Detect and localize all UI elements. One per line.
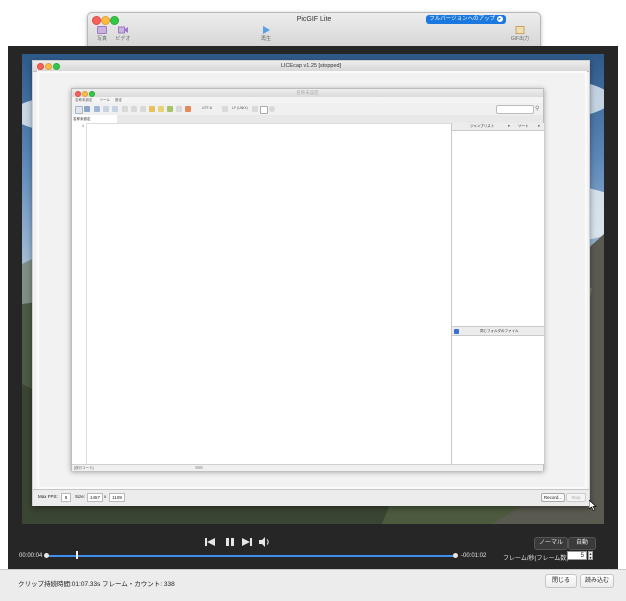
fps-stepper[interactable]: ▴ ▾ [588,551,593,560]
height-input[interactable]: 1109 [109,493,125,502]
redo-icon[interactable] [112,106,118,112]
replace-icon[interactable] [167,106,173,112]
cut-icon[interactable] [122,106,128,112]
remaining-time: -00:01:02 [461,553,487,559]
current-time: 00:00:04 [19,553,43,559]
licecap-controls: Max FPS: 8 Size: 1457 x 1109 Record... S… [33,489,589,506]
print-icon[interactable] [176,106,182,112]
same-folder-files-header: 同じフォルダのファイル [452,326,544,336]
editor-text-area[interactable] [72,123,451,465]
warning-icon[interactable] [185,106,191,112]
photo-icon [97,26,107,34]
menu-item-tools[interactable]: ツール [99,98,110,102]
width-input[interactable]: 1457 [87,493,103,502]
max-fps-label: Max FPS: [38,494,58,499]
size-x-label: x [104,494,107,499]
wrap-icon[interactable] [260,106,268,114]
toolbar-video-button[interactable]: ビデオ [114,26,132,42]
footer-bar: クリップ持続時間:01:07.33s フレーム・カウント: 338 閉じる 読み… [0,569,626,601]
sort-label[interactable]: ソート [518,123,529,130]
encoding-dropdown-icon[interactable] [222,106,228,112]
encoding-selector[interactable]: UTF-8 [202,106,212,110]
jump-list-label[interactable]: ジャンプリスト [470,123,494,130]
toolbar-photo-label: 写真 [96,36,107,42]
video-icon [118,26,128,34]
fps-label: フレーム/秒(フレーム数) [503,556,569,562]
size-label: Size: [75,494,86,499]
stop-button[interactable]: Stop [566,493,586,502]
close-button[interactable]: 閉じる [545,574,577,588]
same-folder-files-label[interactable]: 同じフォルダのファイル [480,327,519,335]
max-fps-input[interactable]: 8 [61,493,71,502]
toolbar-photo-button[interactable]: 写真 [94,26,110,42]
timeline-playhead[interactable] [75,551,78,559]
find-icon[interactable] [158,106,164,112]
copy-icon[interactable] [131,106,137,112]
skip-forward-icon[interactable] [242,537,252,547]
sort-menu-icon[interactable]: ▾ [538,123,540,130]
menu-item-settings[interactable]: 設定 [115,98,122,102]
jump-list-menu-icon[interactable]: ▾ [508,123,510,130]
volume-icon[interactable] [259,537,271,547]
line-ending-selector[interactable]: LF (UNIX) [232,106,248,110]
search-icon[interactable]: ⚲ [535,105,539,112]
paste-icon[interactable] [140,106,146,112]
licecap-close-button[interactable] [37,63,44,70]
save-icon[interactable] [94,106,100,112]
clip-duration: クリップ持続時間:01:07.33s [18,581,101,588]
editor-zoom-button[interactable] [89,90,95,97]
toolbar-play-label: 再生 [260,36,271,42]
frame-count: フレーム・カウント: 338 [102,581,175,588]
status-scroll-handle[interactable] [195,466,203,469]
editor-close-button[interactable] [75,90,81,97]
fps-input[interactable]: 5 [567,551,587,560]
picgif-window: PicGIF Lite フルバージョンへのアップ ▸ 写真 ビデオ 再生 GIF… [87,12,541,48]
line-ending-dropdown-icon[interactable] [252,106,258,112]
settings-icon[interactable] [269,106,275,112]
arrow-right-icon: ▸ [496,15,503,22]
play-icon [263,26,270,34]
gif-export-icon [515,26,525,34]
new-file-icon[interactable] [75,106,83,114]
timeline-start-handle[interactable] [44,553,49,558]
licecap-zoom-button[interactable] [53,63,60,70]
licecap-title-text: LICEcap v1.25 [stopped] [280,63,342,69]
mode-auto-button[interactable]: 自動 [568,537,596,550]
editor-status-bar: [改行コード] [72,464,543,471]
toolbar-play-button[interactable]: 再生 [258,26,274,42]
skip-back-icon[interactable] [205,537,215,547]
record-button[interactable]: Record... [541,493,565,502]
side-panel: ジャンプリスト ▾ ソート ▾ 同じフォルダのファイル [451,123,544,464]
editor-minimize-button[interactable] [82,90,88,97]
open-file-icon[interactable] [84,106,90,112]
toolbar-video-label: ビデオ [115,36,131,42]
bookmark-icon[interactable] [149,106,155,112]
editor-window: 名称未設定 名称未設定 ツール 設定 UTF-8 LF (UNIX) ⚲ 名称未… [71,88,544,471]
status-text: [改行コード] [74,466,94,470]
toolbar-gif-export-label: GIF出力 [510,36,530,42]
timeline-end-handle[interactable] [453,553,458,558]
undo-icon[interactable] [103,106,109,112]
mode-normal-button[interactable]: ノーマル [534,537,568,550]
import-button[interactable]: 読み込む [580,574,614,588]
upgrade-button[interactable]: フルバージョンへのアップ ▸ [426,15,506,24]
toolbar-gif-export-button[interactable]: GIF出力 [506,26,534,42]
timeline-track[interactable] [47,555,455,557]
mouse-cursor-icon [589,500,597,511]
editor-tab-bar [72,115,543,123]
upgrade-label: フルバージョンへのアップ [429,16,496,22]
menu-item-untitled[interactable]: 名称未設定 [75,98,93,102]
licecap-minimize-button[interactable] [45,63,52,70]
line-number: 1 [82,124,84,128]
line-number-gutter: 1 [72,123,87,464]
editor-title-text: 名称未設定 [296,90,319,95]
tab-untitled[interactable]: 名称未設定 [72,115,117,123]
search-input[interactable] [496,105,534,114]
folder-toggle-icon[interactable] [454,328,459,334]
jump-list-header: ジャンプリスト ▾ ソート ▾ [452,123,544,131]
pause-icon[interactable] [225,537,235,547]
